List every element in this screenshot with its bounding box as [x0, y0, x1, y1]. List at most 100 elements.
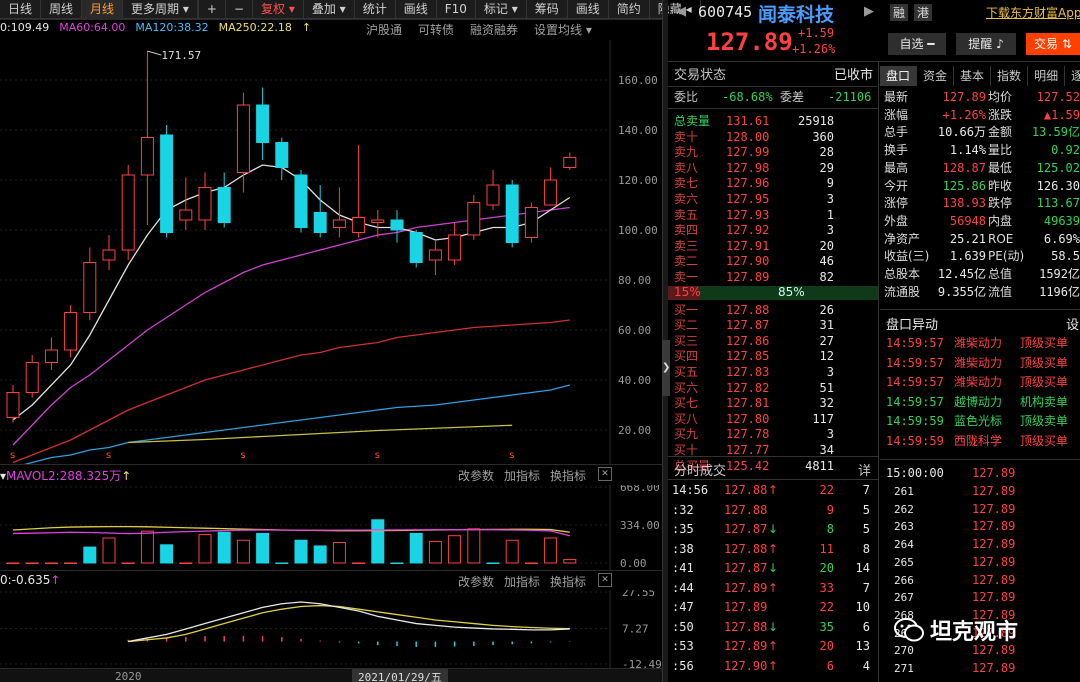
trade-button[interactable]: 交易 ⇅ [1026, 33, 1080, 55]
volume-bar [294, 539, 308, 564]
toolbar-tool-button[interactable]: 画线 [568, 0, 609, 19]
alert-stock[interactable]: 潍柴动力 [954, 356, 1002, 371]
stat-label: PE(动) [988, 249, 1025, 264]
alert-type: 顶级买单 [1020, 375, 1069, 389]
bid-level-price: 127.83 [726, 365, 770, 379]
volume-bar [44, 562, 58, 564]
alert-type: 顶级卖单 [1020, 414, 1069, 428]
zoom-out-button[interactable]: − [226, 0, 254, 19]
candlestick-chart: 160.00 140.00 120.00 100.00 80.00 60.00 40.00 2… [0, 40, 658, 465]
dividend-marker[interactable]: s [509, 450, 514, 461]
dividend-marker[interactable]: s [375, 450, 380, 461]
last-price: 127.89 [706, 28, 793, 56]
indicator-button[interactable]: 换指标 [550, 573, 586, 590]
ask-level-label: 卖八 [674, 160, 699, 175]
alert-stock[interactable]: 蓝色光标 [954, 414, 1002, 429]
total-sell-price: 131.61 [726, 114, 770, 128]
prev-stock-icon[interactable]: ◀ [676, 4, 686, 19]
ask-level-label: 卖四 [674, 223, 699, 238]
divider [668, 108, 878, 109]
volume-bar [563, 559, 577, 564]
toolbar-tool-button[interactable]: 叠加 ▾ [304, 0, 355, 19]
alerts-settings-button[interactable]: 设 [1066, 314, 1079, 333]
tick-index: 267 [894, 591, 914, 605]
candle-body [236, 104, 250, 173]
toolbar-tool-button[interactable]: 标记 ▾ [476, 0, 527, 19]
zoom-in-button[interactable]: + [197, 0, 226, 19]
stat-value: 6.69% [1043, 231, 1080, 246]
stats-tab[interactable]: 基本 [954, 66, 992, 86]
indicator-button[interactable]: 改参数 [458, 467, 494, 484]
toolbar-tool-button[interactable]: 统计 [355, 0, 396, 19]
candle-body [544, 179, 558, 206]
stat-label: 跌停 [988, 196, 1013, 211]
toolbar-tool-button[interactable]: 简约 [609, 0, 650, 19]
alert-time: 14:59:57 [886, 336, 944, 350]
watermark-text: 坦克观市 [930, 620, 1019, 645]
chart-link[interactable]: 设置均线 ▾ [534, 21, 592, 38]
chart-links: 沪股通 可转债 融资融券 设置均线 ▾ [366, 21, 592, 38]
arrow-up-icon: ↑ [768, 639, 779, 653]
period-tab[interactable]: 月线 [82, 0, 124, 19]
period-tab[interactable]: 日线 [0, 0, 42, 19]
dividend-marker[interactable]: s [106, 450, 111, 461]
chart-link[interactable]: 沪股通 [366, 21, 402, 38]
stats-tab[interactable]: 明细 [1028, 66, 1066, 86]
tick-list-price: 127.89 [972, 537, 1016, 552]
adjust-dropdown[interactable]: 复权 ▾ [253, 0, 304, 19]
stats-tab[interactable]: 逐笔 [1065, 66, 1080, 86]
close-icon[interactable]: ✕ [598, 573, 613, 587]
stats-tab[interactable]: 盘口 [880, 66, 918, 86]
volume-bar [83, 546, 97, 564]
time-sales-detail-button[interactable]: 详 [858, 460, 871, 479]
close-icon[interactable]: ✕ [598, 467, 613, 481]
tick-time: :53 [672, 639, 694, 653]
alert-stock[interactable]: 越博动力 [954, 395, 1002, 410]
indicator-button[interactable]: 换指标 [550, 467, 586, 484]
ask-level-volume: 46 [819, 254, 834, 269]
bid-level-label: 买八 [674, 411, 699, 426]
chart-link[interactable]: 融资融券 [470, 21, 518, 38]
alert-button[interactable]: 提醒 ♪ [956, 33, 1016, 55]
tick-index: 266 [894, 573, 914, 587]
ask-level-label: 卖三 [674, 238, 699, 253]
ask-level-label: 卖五 [674, 207, 699, 222]
tick-volume: 33 [819, 580, 834, 595]
period-tab[interactable]: 周线 [41, 0, 83, 19]
arrow-up-icon: ↑ [768, 658, 779, 673]
download-app-link[interactable]: 下载东方财富App [986, 4, 1080, 21]
dividend-marker[interactable]: s [10, 450, 15, 461]
alert-stock[interactable]: 西陇科学 [954, 434, 1002, 449]
tick-time: :47 [672, 600, 694, 614]
tick-time: :56 [672, 658, 694, 673]
candle-body [160, 134, 174, 233]
indicator-button[interactable]: 加指标 [504, 467, 540, 484]
alert-stock[interactable]: 潍柴动力 [954, 336, 1002, 351]
candle-body [25, 362, 39, 393]
bid-level-label: 买三 [674, 333, 699, 348]
dividend-marker[interactable]: s [240, 450, 245, 461]
volume-bar [217, 531, 231, 564]
alert-type: 顶级买单 [1020, 433, 1069, 448]
toolbar-tool-button[interactable]: F10 [437, 0, 476, 19]
volume-bar [140, 530, 154, 564]
stats-tab[interactable]: 资金 [917, 66, 955, 86]
weicha-value: -21106 [828, 90, 872, 104]
chart-link[interactable]: 可转债 [418, 21, 454, 38]
toolbar-tool-button[interactable]: 筹码 [527, 0, 568, 19]
stats-tab[interactable]: 指数 [991, 66, 1029, 86]
indicator-button[interactable]: 加指标 [504, 573, 540, 590]
next-stock-icon[interactable]: ▶ [864, 4, 874, 19]
year-label: 2020 [115, 670, 142, 682]
bid-level-label: 买一 [674, 302, 699, 317]
price-change: +1.59 [798, 26, 835, 40]
period-tab[interactable]: 更多周期 ▾ [123, 0, 198, 19]
alert-stock[interactable]: 潍柴动力 [954, 375, 1002, 390]
toolbar-tool-button[interactable]: 画线 [396, 0, 437, 19]
watchlist-button[interactable]: 自选 ━ [888, 33, 946, 55]
bid-level-label: 买二 [674, 318, 699, 333]
indicator-button[interactable]: 改参数 [458, 573, 494, 590]
stat-label: 最高 [884, 160, 909, 175]
macd-tick-label: -12.49 [622, 658, 662, 668]
tick-price: 127.89 [724, 600, 768, 614]
